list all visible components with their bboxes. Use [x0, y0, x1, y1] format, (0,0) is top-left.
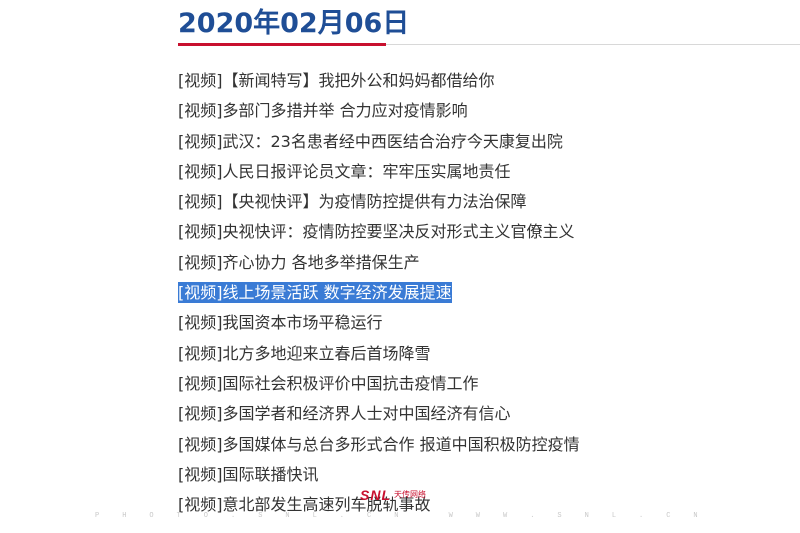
page-title: 2020年02月06日	[178, 8, 410, 39]
list-item: [视频]多国学者和经济界人士对中国经济有信心	[178, 399, 778, 429]
list-item: [视频]人民日报评论员文章：牢牢压实属地责任	[178, 157, 778, 187]
watermark-logo-cn: 天传网络	[394, 490, 426, 499]
header-divider	[386, 44, 800, 45]
news-link[interactable]: [视频]多部门多措并举 合力应对疫情影响	[178, 100, 468, 121]
news-link[interactable]: [视频]北方多地迎来立春后首场降雪	[178, 343, 431, 364]
news-link[interactable]: [视频]多国媒体与总台多形式合作 报道中国积极防控疫情	[178, 434, 580, 455]
news-link[interactable]: [视频]国际社会积极评价中国抗击疫情工作	[178, 373, 479, 394]
news-list: [视频]【新闻特写】我把外公和妈妈都借给你 [视频]多部门多措并举 合力应对疫情…	[178, 66, 778, 520]
header: 2020年02月06日	[0, 0, 800, 48]
news-link[interactable]: [视频]线上场景活跃 数字经济发展提速	[178, 282, 452, 304]
list-item: [视频]多国媒体与总台多形式合作 报道中国积极防控疫情	[178, 430, 778, 460]
news-link[interactable]: [视频]齐心协力 各地多举措保生产	[178, 252, 420, 273]
list-item: [视频]【新闻特写】我把外公和妈妈都借给你	[178, 66, 778, 96]
list-item: [视频]线上场景活跃 数字经济发展提速	[178, 278, 778, 308]
list-item: [视频]齐心协力 各地多举措保生产	[178, 248, 778, 278]
list-item: [视频]多部门多措并举 合力应对疫情影响	[178, 96, 778, 126]
list-item: [视频]国际社会积极评价中国抗击疫情工作	[178, 369, 778, 399]
news-link[interactable]: [视频]【新闻特写】我把外公和妈妈都借给你	[178, 70, 495, 91]
list-item: [视频]武汉：23名患者经中西医结合治疗今天康复出院	[178, 127, 778, 157]
watermark-logo-text: SNL	[360, 487, 391, 503]
news-link[interactable]: [视频]人民日报评论员文章：牢牢压实属地责任	[178, 161, 511, 182]
list-item: [视频]央视快评：疫情防控要坚决反对形式主义官僚主义	[178, 217, 778, 247]
news-link[interactable]: [视频]多国学者和经济界人士对中国经济有信心	[178, 403, 511, 424]
news-link[interactable]: [视频]我国资本市场平稳运行	[178, 312, 383, 333]
watermark-logo: SNL 天传网络	[360, 485, 480, 503]
news-link[interactable]: [视频]国际联播快讯	[178, 464, 319, 485]
news-link[interactable]: [视频]武汉：23名患者经中西医结合治疗今天康复出院	[178, 131, 563, 152]
news-link[interactable]: [视频]【央视快评】为疫情防控提供有力法治保障	[178, 191, 527, 212]
list-item: [视频]北方多地迎来立春后首场降雪	[178, 339, 778, 369]
list-item: [视频]【央视快评】为疫情防控提供有力法治保障	[178, 187, 778, 217]
list-item: [视频]我国资本市场平稳运行	[178, 308, 778, 338]
news-link[interactable]: [视频]央视快评：疫情防控要坚决反对形式主义官僚主义	[178, 221, 575, 242]
watermark-url: PHOTO.SNL.CN WWW.SNL.CN	[95, 512, 721, 520]
title-underline	[178, 43, 386, 46]
